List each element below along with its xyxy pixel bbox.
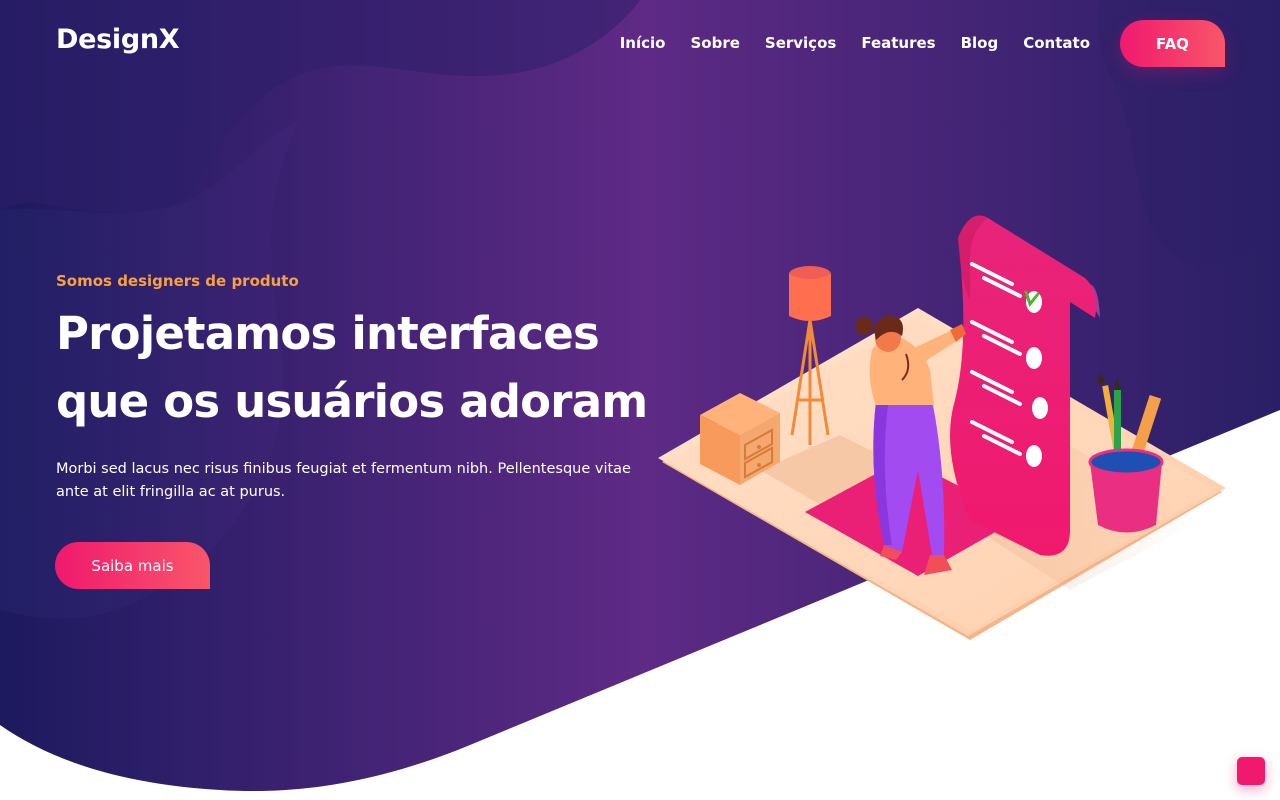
hero-eyebrow: Somos designers de produto (56, 272, 299, 290)
saiba-mais-button[interactable]: Saiba mais (55, 542, 210, 589)
hero-lead-text: Morbi sed lacus nec risus finibus feugia… (56, 461, 631, 500)
nav-item: Blog (961, 33, 999, 52)
hero-content: Somos designers de produto Projetamos in… (56, 272, 648, 504)
nav-link-blog[interactable]: Blog (961, 34, 999, 52)
nav-link-servicos[interactable]: Serviços (765, 34, 836, 52)
nav-link-features[interactable]: Features (861, 34, 935, 52)
nav-link-sobre[interactable]: Sobre (690, 34, 739, 52)
nav-item: Serviços (765, 33, 836, 52)
landing-page: DesignX Início Sobre Serviços Features B… (0, 0, 1280, 800)
hero-headline: Projetamos interfaces que os usuários ad… (56, 300, 648, 436)
scroll-to-top-button[interactable] (1237, 757, 1265, 785)
hero-headline-line-1: Projetamos interfaces (56, 307, 600, 360)
brand-logo[interactable]: DesignX (56, 24, 180, 55)
nav-item: Início (620, 33, 666, 52)
nav-menu: Início Sobre Serviços Features Blog Cont… (620, 33, 1090, 52)
navbar: DesignX Início Sobre Serviços Features B… (0, 0, 1280, 90)
nav-link-contato[interactable]: Contato (1023, 34, 1090, 52)
nav-item: Sobre (690, 33, 739, 52)
nav-link-inicio[interactable]: Início (620, 34, 666, 52)
nav-item: Features (861, 33, 935, 52)
nav-item: Contato (1023, 33, 1090, 52)
faq-button[interactable]: FAQ (1120, 20, 1225, 67)
hero-headline-line-2: que os usuários adoram (56, 375, 648, 428)
designer-checklist-illustration (658, 215, 1226, 640)
